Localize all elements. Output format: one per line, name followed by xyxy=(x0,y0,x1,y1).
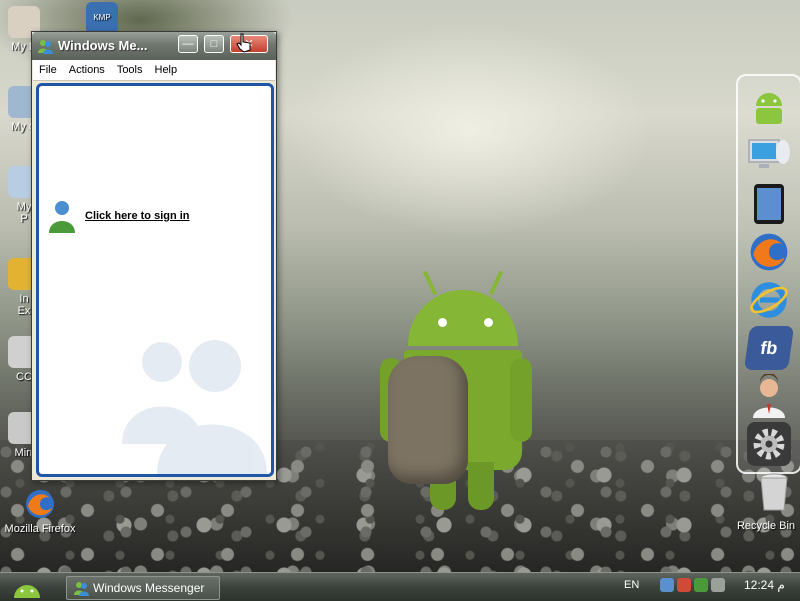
android-eye-right xyxy=(484,318,493,327)
desktop-icon-mozilla-firefox[interactable]: Mozilla Firefox xyxy=(0,488,80,535)
facebook-icon: fb xyxy=(759,337,779,358)
network-tray-icon[interactable] xyxy=(677,578,691,592)
firefox-icon xyxy=(750,233,788,271)
android-antenna-left xyxy=(422,270,438,296)
dock-computer[interactable] xyxy=(747,134,791,178)
messenger-icon xyxy=(38,40,53,54)
minimize-icon: — xyxy=(182,38,194,50)
menu-tools[interactable]: Tools xyxy=(111,64,149,76)
recycle-bin-icon xyxy=(760,473,788,511)
dock-bar: fb xyxy=(736,74,800,474)
dock-android[interactable] xyxy=(747,86,791,130)
menu-actions[interactable]: Actions xyxy=(63,64,111,76)
messenger-watermark-icon xyxy=(122,340,267,474)
gear-icon xyxy=(753,428,785,460)
android-antenna-right xyxy=(488,270,504,296)
messenger-window: Windows Me... — □ ✕ File Actions Tools H… xyxy=(31,31,277,481)
dock-settings[interactable] xyxy=(747,422,791,466)
messenger-tray-icon[interactable] xyxy=(660,578,674,592)
android-icon xyxy=(756,93,782,124)
menu-bar: File Actions Tools Help xyxy=(33,60,275,81)
desktop-icon-label: My P xyxy=(16,201,32,225)
language-indicator[interactable]: EN xyxy=(624,579,639,591)
backpack xyxy=(388,356,468,484)
taskbar-item-windows-messenger[interactable]: Windows Messenger xyxy=(66,576,220,600)
messenger-icon xyxy=(74,582,89,596)
firefox-icon xyxy=(26,490,54,518)
dock-support[interactable] xyxy=(747,374,791,418)
messenger-pane: Click here to sign in xyxy=(36,83,274,477)
security-tray-icon[interactable] xyxy=(694,578,708,592)
system-tray xyxy=(660,578,725,592)
volume-tray-icon[interactable] xyxy=(711,578,725,592)
desktop-icon-label: In Ex xyxy=(17,293,31,317)
android-eye-left xyxy=(438,318,447,327)
menu-file[interactable]: File xyxy=(33,64,63,76)
messenger-buddy-icon xyxy=(49,201,75,233)
signin-row[interactable]: Click here to sign in xyxy=(47,199,190,233)
dock-firefox[interactable] xyxy=(747,230,791,274)
maximize-icon: □ xyxy=(210,38,218,50)
tablet-icon xyxy=(754,184,784,224)
android-arm-right xyxy=(510,358,532,442)
signin-link[interactable]: Click here to sign in xyxy=(85,210,190,222)
support-agent-icon xyxy=(753,374,785,418)
hand-cursor-icon xyxy=(236,33,251,53)
dock-internet-explorer[interactable] xyxy=(747,278,791,322)
computer-icon xyxy=(748,139,790,168)
dock-facebook[interactable]: fb xyxy=(743,326,795,370)
taskbar: Windows Messenger EN 12:24 م xyxy=(0,572,800,601)
window-title: Windows Me... xyxy=(58,38,148,53)
desktop-icon-label: CC xyxy=(16,371,32,383)
desktop-icon-label: Mozilla Firefox xyxy=(4,523,76,535)
internet-explorer-icon xyxy=(750,282,788,318)
taskbar-item-label: Windows Messenger xyxy=(93,581,205,595)
dock-tablet[interactable] xyxy=(747,182,791,226)
desktop-icon-label: Recycle Bin xyxy=(736,520,796,532)
clock[interactable]: 12:24 م xyxy=(744,578,785,592)
android-leg-right xyxy=(468,462,494,510)
start-button-android-icon[interactable] xyxy=(6,574,48,600)
kmplayer-icon: KMP xyxy=(86,2,118,34)
menu-help[interactable]: Help xyxy=(149,64,184,76)
minimize-button[interactable]: — xyxy=(178,35,198,53)
dock-recycle-bin[interactable] xyxy=(752,470,796,514)
android-head xyxy=(408,290,518,346)
maximize-button[interactable]: □ xyxy=(204,35,224,53)
